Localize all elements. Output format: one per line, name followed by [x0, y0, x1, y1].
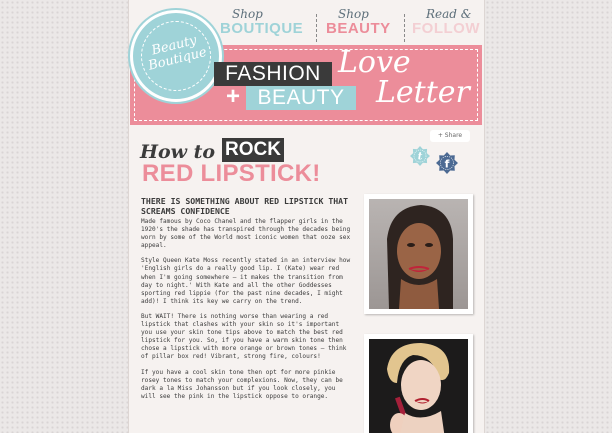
- nav-read-follow[interactable]: Read & FOLLOW: [412, 8, 484, 42]
- nav-read-follow-label: FOLLOW: [412, 20, 480, 37]
- article-paragraph: Made famous by Coco Chanel and the flapp…: [141, 218, 351, 250]
- nav-divider: [404, 14, 405, 42]
- header-beauty-label: BEAUTY: [246, 86, 356, 110]
- share-label: Share: [444, 132, 463, 139]
- facebook-icon[interactable]: f: [436, 152, 458, 174]
- nav-shop-boutique-script: Shop: [232, 7, 263, 21]
- photo-frame-scarlett: [364, 334, 473, 433]
- svg-text:f: f: [445, 157, 450, 170]
- header-letter-script: Letter: [376, 75, 470, 110]
- top-navigation: Shop BOUTIQUE Shop BEAUTY Read & FOLLOW: [212, 8, 484, 42]
- article-paragraph: If you have a cool skin tone then opt fo…: [141, 368, 343, 400]
- article-paragraph: But WAIT! There is nothing worse than we…: [141, 312, 347, 361]
- nav-divider: [316, 14, 317, 42]
- nav-shop-boutique[interactable]: Shop BOUTIQUE: [220, 7, 304, 42]
- share-tab[interactable]: + Share: [430, 130, 470, 142]
- article-title-red-lipstick: RED LIPSTICK!: [142, 160, 321, 187]
- nav-shop-beauty-script: Shop: [338, 7, 369, 21]
- header-love-script: Love: [338, 45, 411, 80]
- share-plus-icon: +: [437, 132, 445, 139]
- nav-shop-boutique-label: BOUTIQUE: [220, 20, 304, 37]
- nav-read-follow-script: Read &: [426, 7, 472, 21]
- svg-text:t: t: [418, 152, 423, 163]
- header-plus-sign: +: [226, 83, 241, 110]
- portrait-photo: [369, 339, 468, 433]
- twitter-icon[interactable]: t: [410, 146, 430, 166]
- nav-shop-beauty[interactable]: Shop BEAUTY: [326, 8, 396, 42]
- portrait-photo: [369, 199, 468, 309]
- article-body: Made famous by Coco Chanel and the flapp…: [141, 218, 351, 408]
- photo-frame-thandie: [364, 194, 473, 314]
- site-logo-badge[interactable]: Beauty Boutique: [130, 10, 222, 102]
- article-headline: THERE IS SOMETHING ABOUT RED LIPSTICK TH…: [141, 196, 349, 216]
- article-paragraph: Style Queen Kate Moss recently stated in…: [141, 257, 351, 305]
- article-title-rock: ROCK: [222, 138, 284, 162]
- nav-shop-beauty-label: BEAUTY: [326, 20, 391, 37]
